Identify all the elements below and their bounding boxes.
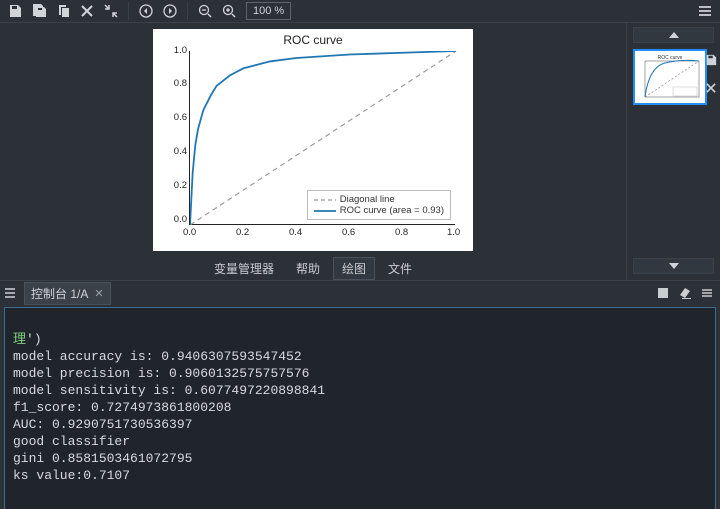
collapse-icon[interactable] bbox=[100, 0, 122, 22]
main-toolbar: 100 % bbox=[0, 0, 720, 23]
console-line: f1_score: 0.7274973861800208 bbox=[13, 400, 231, 415]
y-tick: 0.6 bbox=[174, 112, 187, 123]
console-menu-icon[interactable] bbox=[698, 284, 716, 302]
plot-title: ROC curve bbox=[153, 33, 473, 47]
close-icon[interactable] bbox=[76, 0, 98, 22]
upper-pane: ROC curve bbox=[0, 23, 720, 280]
tab-variable-explorer[interactable]: 变量管理器 bbox=[205, 257, 283, 280]
console-line: good classifier bbox=[13, 434, 130, 449]
console-tab-label: 控制台 1/A bbox=[31, 285, 88, 302]
plot-pane: ROC curve bbox=[0, 23, 626, 280]
back-icon[interactable] bbox=[135, 0, 157, 22]
plot-legend: Diagonal line ROC curve (area = 0.93) bbox=[307, 190, 451, 220]
app-root: 100 % ROC curve bbox=[0, 0, 720, 509]
forward-icon[interactable] bbox=[159, 0, 181, 22]
zoom-in-icon[interactable] bbox=[218, 0, 240, 22]
console-tab[interactable]: 控制台 1/A ✕ bbox=[24, 282, 111, 305]
zoom-out-icon[interactable] bbox=[194, 0, 216, 22]
console-line: ') bbox=[26, 332, 42, 347]
plot-axes: Diagonal line ROC curve (area = 0.93) bbox=[189, 51, 455, 225]
console-line: model accuracy is: 0.9406307593547452 bbox=[13, 349, 302, 364]
tab-plots[interactable]: 绘图 bbox=[333, 257, 375, 280]
legend-roc-label: ROC curve (area = 0.93) bbox=[340, 205, 444, 216]
console-tab-bar: 控制台 1/A ✕ bbox=[0, 281, 720, 305]
legend-diagonal-label: Diagonal line bbox=[340, 194, 395, 205]
toolbar-separator bbox=[187, 2, 188, 20]
save-all-icon[interactable] bbox=[28, 0, 50, 22]
zoom-level-field[interactable]: 100 % bbox=[246, 2, 291, 20]
svg-text:ROC curve: ROC curve bbox=[658, 55, 683, 61]
console-tab-list-icon[interactable] bbox=[4, 287, 20, 299]
x-tick: 1.0 bbox=[447, 227, 460, 238]
copy-icon[interactable] bbox=[52, 0, 74, 22]
pane-tabs: 变量管理器 帮助 绘图 文件 bbox=[205, 257, 421, 280]
save-icon[interactable] bbox=[4, 0, 26, 22]
roc-plot: ROC curve bbox=[153, 29, 473, 251]
console-pane: 控制台 1/A ✕ 理') model accuracy is: 0.94063… bbox=[0, 280, 720, 509]
console-stop-icon[interactable] bbox=[654, 284, 672, 302]
console-prompt: 理 bbox=[13, 332, 26, 347]
y-tick: 0.8 bbox=[174, 78, 187, 89]
console-line: AUC: 0.9290751730536397 bbox=[13, 417, 192, 432]
console-tab-close-icon[interactable]: ✕ bbox=[94, 287, 103, 300]
y-tick: 0.4 bbox=[174, 146, 187, 157]
hamburger-icon[interactable] bbox=[694, 0, 716, 22]
y-tick: 0.2 bbox=[174, 180, 187, 191]
x-tick: 0.0 bbox=[183, 227, 196, 238]
thumb-save-icon[interactable] bbox=[700, 49, 720, 71]
x-tick: 0.2 bbox=[236, 227, 249, 238]
tab-files[interactable]: 文件 bbox=[379, 257, 421, 280]
y-tick: 0.0 bbox=[174, 214, 187, 225]
thumbnail-panel: ROC curve bbox=[626, 23, 720, 280]
y-tick: 1.0 bbox=[174, 45, 187, 56]
toolbar-separator bbox=[128, 2, 129, 20]
console-line: ks value:0.7107 bbox=[13, 468, 130, 483]
console-line: model precision is: 0.9060132575757576 bbox=[13, 366, 309, 381]
thumb-scroll-down[interactable] bbox=[633, 258, 714, 274]
x-tick: 0.6 bbox=[342, 227, 355, 238]
console-output[interactable]: 理') model accuracy is: 0.940630759354745… bbox=[4, 307, 716, 509]
console-clear-icon[interactable] bbox=[676, 284, 694, 302]
thumb-close-icon[interactable] bbox=[700, 77, 720, 99]
console-line: gini 0.8581503461072795 bbox=[13, 451, 192, 466]
tab-help[interactable]: 帮助 bbox=[287, 257, 329, 280]
x-tick: 0.8 bbox=[395, 227, 408, 238]
plot-thumbnail[interactable]: ROC curve bbox=[633, 49, 707, 105]
thumb-scroll-up[interactable] bbox=[633, 27, 714, 43]
x-tick: 0.4 bbox=[289, 227, 302, 238]
console-line: model sensitivity is: 0.6077497220898841 bbox=[13, 383, 325, 398]
